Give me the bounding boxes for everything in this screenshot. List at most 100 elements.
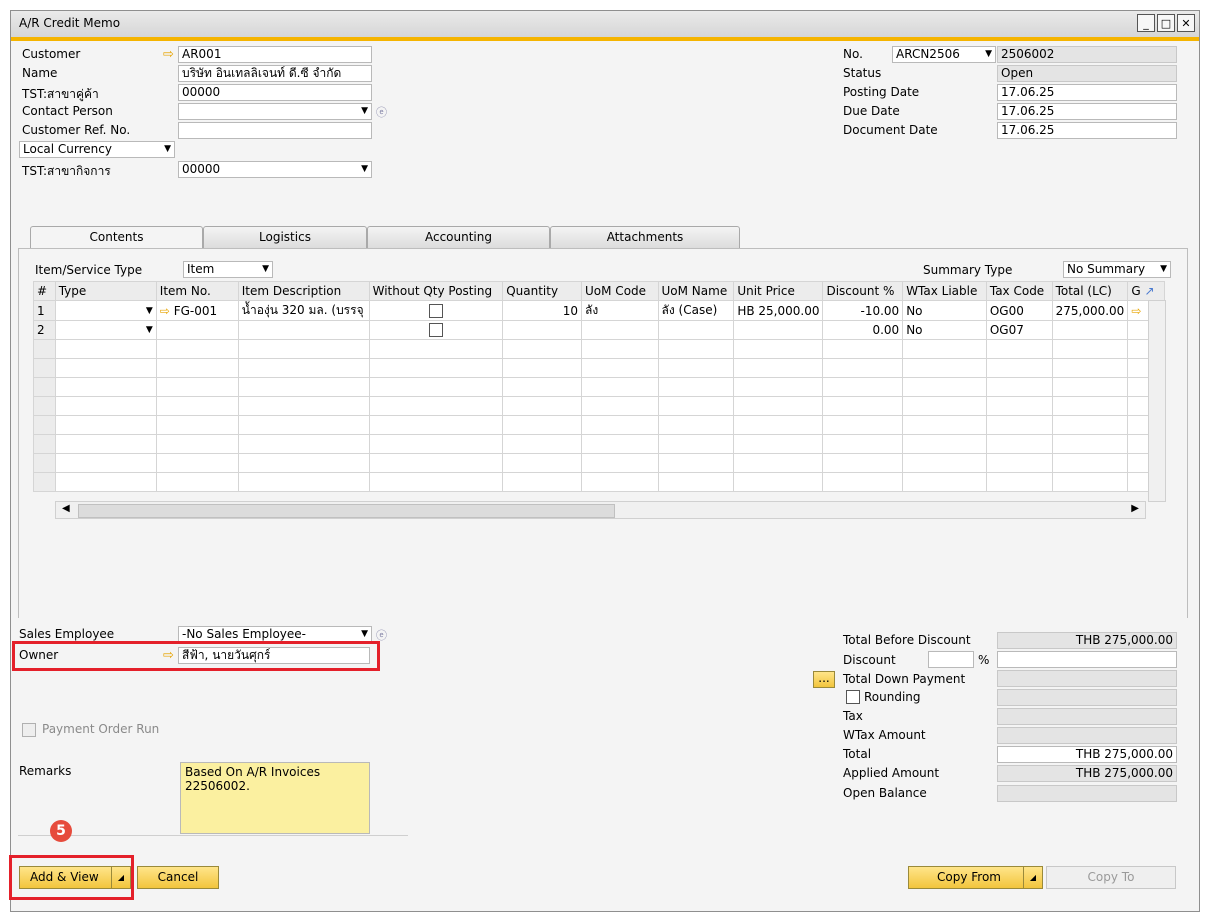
dropdown-arrow-icon[interactable]: ◢ <box>1023 867 1042 888</box>
business-place-select[interactable]: 00000 ▼ <box>178 161 372 178</box>
wtax-cell[interactable]: No <box>902 320 987 340</box>
description-cell[interactable] <box>237 320 370 340</box>
horizontal-scrollbar[interactable]: ◀ ▶ <box>55 501 1146 519</box>
table-row[interactable] <box>33 434 1165 454</box>
column-header[interactable]: Item No. <box>155 281 239 301</box>
column-header[interactable]: UoM Name <box>657 281 735 301</box>
copy-to-button[interactable]: Copy To <box>1046 866 1176 889</box>
discount-cell[interactable]: 0.00 <box>822 320 904 340</box>
branch-field[interactable]: 00000 <box>178 84 372 101</box>
table-row[interactable] <box>33 396 1165 416</box>
wtax-cell[interactable]: No <box>902 300 987 321</box>
discount-pct-field[interactable] <box>928 651 974 668</box>
highlight-box <box>12 641 380 671</box>
tax-code-cell[interactable]: OG00 <box>985 300 1053 321</box>
app-root: A/R Credit Memo _ □ ✕ Customer ⇨ AR001 N… <box>0 0 1212 916</box>
discount-cell[interactable]: -10.00 <box>822 300 904 321</box>
column-header[interactable]: Total (LC) <box>1051 281 1129 301</box>
quantity-cell[interactable] <box>502 320 583 340</box>
column-header[interactable]: G ↗ <box>1127 281 1165 301</box>
chevron-down-icon: ▼ <box>361 164 368 174</box>
series-select[interactable]: ARCN2506 ▼ <box>892 46 996 63</box>
checkbox[interactable] <box>428 323 443 338</box>
summary-type-select[interactable]: No Summary ▼ <box>1063 261 1171 278</box>
unit-price-cell[interactable]: HB 25,000.00 <box>733 300 824 321</box>
item-no-cell[interactable] <box>155 320 239 340</box>
tab-logistics[interactable]: Logistics <box>203 226 367 248</box>
table-row[interactable] <box>33 339 1165 359</box>
customer-field[interactable]: AR001 <box>178 46 372 63</box>
highlight-box <box>9 855 134 900</box>
close-icon[interactable]: ✕ <box>1177 14 1195 32</box>
table-row[interactable] <box>33 472 1165 492</box>
quantity-cell[interactable]: 10 <box>502 300 583 321</box>
type-cell[interactable]: ▼ <box>54 320 157 340</box>
table-row[interactable]: 2 ▼ 0.00 No OG07 <box>33 320 1165 340</box>
item-service-type-value: Item <box>187 262 215 276</box>
description-cell[interactable]: น้ำองุ่น 320 มล. (บรรจุ <box>237 300 370 321</box>
column-header[interactable]: Unit Price <box>733 281 824 301</box>
doc-number-field[interactable]: 2506002 <box>997 46 1177 63</box>
vertical-scrollbar[interactable] <box>1148 300 1166 502</box>
no-label: No. <box>843 47 863 61</box>
column-header[interactable]: WTax Liable <box>902 281 987 301</box>
type-cell[interactable]: ▼ <box>54 300 157 321</box>
discount-amount-field[interactable] <box>997 651 1177 668</box>
table-row[interactable] <box>33 377 1165 397</box>
uom-name-cell[interactable] <box>657 320 735 340</box>
total-cell[interactable] <box>1051 320 1129 340</box>
name-field[interactable]: บริษัท อินเทลลิเจนท์ ดี.ซี จำกัด <box>178 65 372 82</box>
maximize-icon[interactable]: □ <box>1157 14 1175 32</box>
table-row[interactable] <box>33 415 1165 435</box>
checkbox[interactable] <box>428 303 443 318</box>
rounding-checkbox[interactable] <box>846 690 860 704</box>
scroll-left-icon[interactable]: ◀ <box>62 503 70 514</box>
minimize-icon[interactable]: _ <box>1137 14 1155 32</box>
tab-attachments[interactable]: Attachments <box>550 226 740 248</box>
document-date-field[interactable]: 17.06.25 <box>997 122 1177 139</box>
payment-order-run-checkbox[interactable] <box>22 723 36 737</box>
link-arrow-icon[interactable]: ⇨ <box>1131 304 1141 318</box>
info-icon[interactable]: ⓔ <box>376 104 387 120</box>
scroll-right-icon[interactable]: ▶ <box>1131 503 1139 514</box>
scroll-thumb[interactable] <box>78 504 615 518</box>
copy-from-button[interactable]: Copy From ◢ <box>908 866 1043 889</box>
link-arrow-icon[interactable]: ⇨ <box>163 48 174 61</box>
due-date-field[interactable]: 17.06.25 <box>997 103 1177 120</box>
total-cell[interactable]: 275,000.00 <box>1051 300 1129 321</box>
tax-code-cell[interactable]: OG07 <box>985 320 1053 340</box>
column-header[interactable]: Quantity <box>502 281 583 301</box>
posting-date-field[interactable]: 17.06.25 <box>997 84 1177 101</box>
table-row[interactable]: 1 ▼ ⇨ FG-001 น้ำองุ่น 320 มล. (บรรจุ 10 … <box>33 300 1165 321</box>
column-header[interactable]: Tax Code <box>985 281 1053 301</box>
table-row[interactable] <box>33 358 1165 378</box>
column-header[interactable]: UoM Code <box>581 281 659 301</box>
expand-icon[interactable]: ↗ <box>1144 284 1154 298</box>
uom-code-cell[interactable]: ลัง <box>581 300 659 321</box>
down-payment-button[interactable]: ... <box>813 671 835 688</box>
currency-select[interactable]: Local Currency ▼ <box>19 141 175 158</box>
column-header[interactable]: Discount % <box>822 281 904 301</box>
column-header[interactable]: Item Description <box>237 281 370 301</box>
customer-ref-field[interactable] <box>178 122 372 139</box>
total-field[interactable]: THB 275,000.00 <box>997 746 1177 763</box>
uom-code-cell[interactable] <box>581 320 659 340</box>
tab-contents[interactable]: Contents <box>30 226 203 249</box>
item-no-cell[interactable]: ⇨ FG-001 <box>155 300 239 321</box>
contact-person-select[interactable]: ▼ <box>178 103 372 120</box>
without-qty-cell[interactable] <box>368 300 504 321</box>
column-header[interactable]: Without Qty Posting <box>368 281 504 301</box>
cancel-button[interactable]: Cancel <box>137 866 219 889</box>
status-label: Status <box>843 66 882 80</box>
without-qty-cell[interactable] <box>368 320 504 340</box>
item-service-type-select[interactable]: Item ▼ <box>183 261 273 278</box>
link-arrow-icon[interactable]: ⇨ <box>160 304 170 318</box>
column-header[interactable]: # <box>33 281 56 301</box>
column-header[interactable]: Type <box>54 281 157 301</box>
applied-amount-field: THB 275,000.00 <box>997 765 1177 782</box>
uom-name-cell[interactable]: ลัง (Case) <box>657 300 735 321</box>
unit-price-cell[interactable] <box>733 320 824 340</box>
tab-accounting[interactable]: Accounting <box>367 226 550 248</box>
table-row[interactable] <box>33 453 1165 473</box>
remarks-field[interactable]: Based On A/R Invoices 22506002. <box>180 762 370 834</box>
